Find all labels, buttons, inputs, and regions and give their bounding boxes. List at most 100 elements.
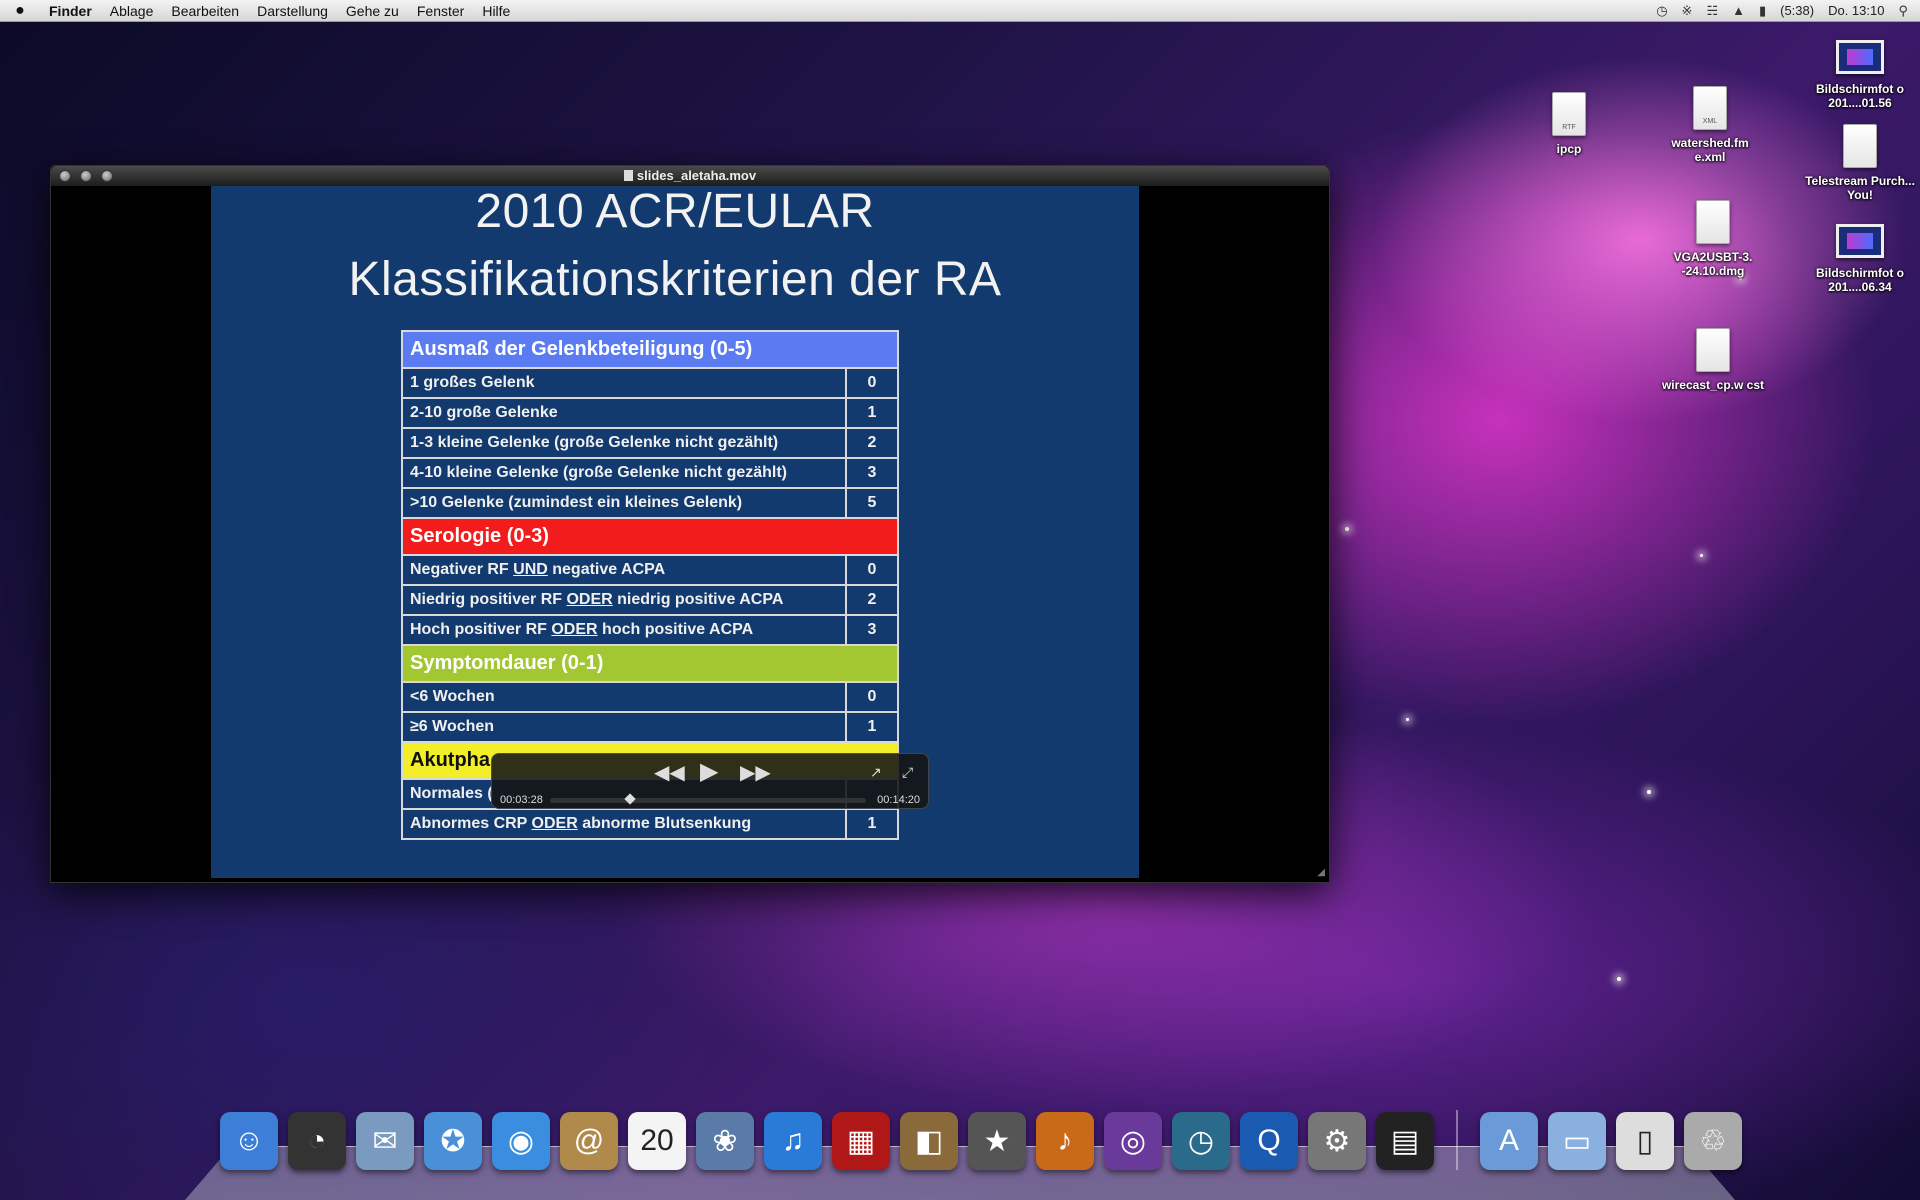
label-part: negative ACPA <box>547 561 666 578</box>
iphoto-icon[interactable]: ❀ <box>696 1112 754 1170</box>
menu-darstellung[interactable]: Darstellung <box>248 3 337 19</box>
menu-clock[interactable]: Do. 13:10 <box>1828 3 1884 18</box>
total-time: 00:14:20 <box>877 794 920 806</box>
menu-gehe-zu[interactable]: Gehe zu <box>337 3 408 19</box>
criterion-label: ≥6 Wochen <box>401 711 847 743</box>
imovie-icon[interactable]: ★ <box>968 1112 1026 1170</box>
criterion-label: Abnormes CRP ODER abnorme Blutsenkung <box>401 808 847 840</box>
ical-icon[interactable]: 20 <box>628 1112 686 1170</box>
documents-folder-icon[interactable]: ▭ <box>1548 1112 1606 1170</box>
label-part: abnorme Blutsenkung <box>577 815 752 832</box>
resize-grip-icon[interactable]: ◢ <box>1317 867 1325 878</box>
desktop-icon-label: watershed.fm e.xml <box>1671 136 1749 164</box>
photo-booth-icon[interactable]: ▦ <box>832 1112 890 1170</box>
battery-time[interactable]: (5:38) <box>1780 3 1814 18</box>
table-row: Abnormes CRP ODER abnorme Blutsenkung 1 <box>401 808 899 840</box>
star <box>1647 790 1651 794</box>
label-part: Niedrig positiver RF <box>410 591 567 608</box>
battery-icon[interactable]: ▮ <box>1759 3 1766 19</box>
screenshot-thumbnail-icon <box>1836 40 1884 74</box>
time-machine-icon[interactable]: ◷ <box>1656 3 1667 19</box>
time-machine-dock-icon[interactable]: ◷ <box>1172 1112 1230 1170</box>
section-header-duration: Symptomdauer (0-1) <box>401 644 899 683</box>
criterion-label: Negativer RF UND negative ACPA <box>401 554 847 586</box>
volume-icon[interactable]: ▲ <box>1732 3 1745 18</box>
section-title: Symptomdauer (0-1) <box>401 644 899 683</box>
system-preferences-icon[interactable]: ⚙ <box>1308 1112 1366 1170</box>
desktop-icon-wirecast[interactable]: wirecast_cp.w cst <box>1658 328 1768 392</box>
disk-image-icon <box>1696 200 1730 244</box>
safari-icon[interactable]: ✪ <box>424 1112 482 1170</box>
desktop-icon-screenshot-2[interactable]: Bildschirmfot o 201....06.34 <box>1805 220 1915 294</box>
share-icon[interactable]: ↗ <box>870 764 882 781</box>
star <box>1700 554 1703 557</box>
mail-icon[interactable]: ✉ <box>356 1112 414 1170</box>
table-row: 4-10 kleine Gelenke (große Gelenke nicht… <box>401 457 899 489</box>
ichat-icon[interactable]: ◉ <box>492 1112 550 1170</box>
spotlight-icon[interactable]: ⚲ <box>1898 3 1908 19</box>
section-header-joints: Ausmaß der Gelenkbeteiligung (0-5) <box>401 330 899 369</box>
screenshot-thumbnail-icon <box>1836 224 1884 258</box>
scrubber-playhead[interactable] <box>624 793 637 805</box>
quicktime-window: slides_aletaha.mov 2010 ACR/EULAR Klassi… <box>50 165 1330 883</box>
label-connector: UND <box>513 561 548 578</box>
menu-ablage[interactable]: Ablage <box>101 3 163 19</box>
menu-bar: ● Finder Ablage Bearbeiten Darstellung G… <box>0 0 1920 22</box>
window-titlebar[interactable]: slides_aletaha.mov <box>51 166 1329 186</box>
quicktime-icon[interactable]: Q <box>1240 1112 1298 1170</box>
criterion-points: 0 <box>845 681 899 713</box>
criterion-points: 1 <box>845 397 899 429</box>
bluetooth-icon[interactable]: ※ <box>1682 3 1693 19</box>
downloads-icon[interactable]: ▯ <box>1616 1112 1674 1170</box>
trash-icon[interactable]: ♲ <box>1684 1112 1742 1170</box>
image-capture-icon[interactable]: ◧ <box>900 1112 958 1170</box>
wifi-icon[interactable]: ☵ <box>1706 3 1718 19</box>
label-part: Abnormes CRP <box>410 815 532 832</box>
criterion-label: 2-10 große Gelenke <box>401 397 847 429</box>
movie-document-icon <box>623 170 633 181</box>
criterion-points: 1 <box>845 808 899 840</box>
menu-fenster[interactable]: Fenster <box>408 3 473 19</box>
dashboard-icon[interactable]: ◔ <box>288 1112 346 1170</box>
final-cut-icon[interactable]: ▤ <box>1376 1112 1434 1170</box>
desktop-icon-screenshot-1[interactable]: Bildschirmfot o 201....01.56 <box>1805 36 1915 110</box>
criterion-label: Niedrig positiver RF ODER niedrig positi… <box>401 584 847 616</box>
criterion-label: Hoch positiver RF ODER hoch positive ACP… <box>401 614 847 646</box>
itunes-icon[interactable]: ♫ <box>764 1112 822 1170</box>
address-book-icon[interactable]: @ <box>560 1112 618 1170</box>
play-icon[interactable]: ▶ <box>700 757 718 786</box>
desktop-icon-telestream[interactable]: Telestream Purch... You! <box>1805 124 1915 202</box>
criterion-label: <6 Wochen <box>401 681 847 713</box>
desktop-icon-watershed[interactable]: XML watershed.fm e.xml <box>1655 86 1765 164</box>
table-row: 1 großes Gelenk 0 <box>401 367 899 399</box>
menu-hilfe[interactable]: Hilfe <box>473 3 519 19</box>
finder-icon[interactable]: ☺ <box>220 1112 278 1170</box>
fast-forward-icon[interactable]: ▶▶ <box>740 760 771 785</box>
apple-menu-icon[interactable]: ● <box>0 2 40 20</box>
table-row: 2-10 große Gelenke 1 <box>401 397 899 429</box>
label-part: Hoch positiver RF <box>410 621 552 638</box>
file-tag: RTF <box>1562 124 1576 131</box>
applications-folder-icon[interactable]: A <box>1480 1112 1538 1170</box>
wirecast-file-icon <box>1696 328 1730 372</box>
criterion-label: 4-10 kleine Gelenke (große Gelenke nicht… <box>401 457 847 489</box>
garageband-icon[interactable]: ♪ <box>1036 1112 1094 1170</box>
star <box>1345 527 1349 531</box>
window-title-text: slides_aletaha.mov <box>636 168 757 183</box>
criterion-points: 0 <box>845 554 899 586</box>
fullscreen-icon[interactable]: ⤢ <box>902 764 913 781</box>
table-row: Niedrig positiver RF ODER niedrig positi… <box>401 584 899 616</box>
desktop-icon-label: wirecast_cp.w cst <box>1661 378 1765 392</box>
rtf-file-icon: RTF <box>1552 92 1586 136</box>
scrubber-track[interactable] <box>550 793 866 805</box>
criterion-points: 0 <box>845 367 899 399</box>
desktop-icon-label: Telestream Purch... You! <box>1805 174 1915 202</box>
table-row: ≥6 Wochen 1 <box>401 711 899 743</box>
rewind-icon[interactable]: ◀◀ <box>654 760 685 785</box>
menu-app-name[interactable]: Finder <box>40 3 101 19</box>
podcast-icon[interactable]: ◎ <box>1104 1112 1162 1170</box>
desktop-icon-vga2usb[interactable]: VGA2USBT-3. -24.10.dmg <box>1658 200 1768 278</box>
menu-bearbeiten[interactable]: Bearbeiten <box>162 3 248 19</box>
criterion-label: >10 Gelenke (zumindest ein kleines Gelen… <box>401 487 847 519</box>
desktop-icon-ipcp[interactable]: RTF ipcp <box>1514 92 1624 156</box>
